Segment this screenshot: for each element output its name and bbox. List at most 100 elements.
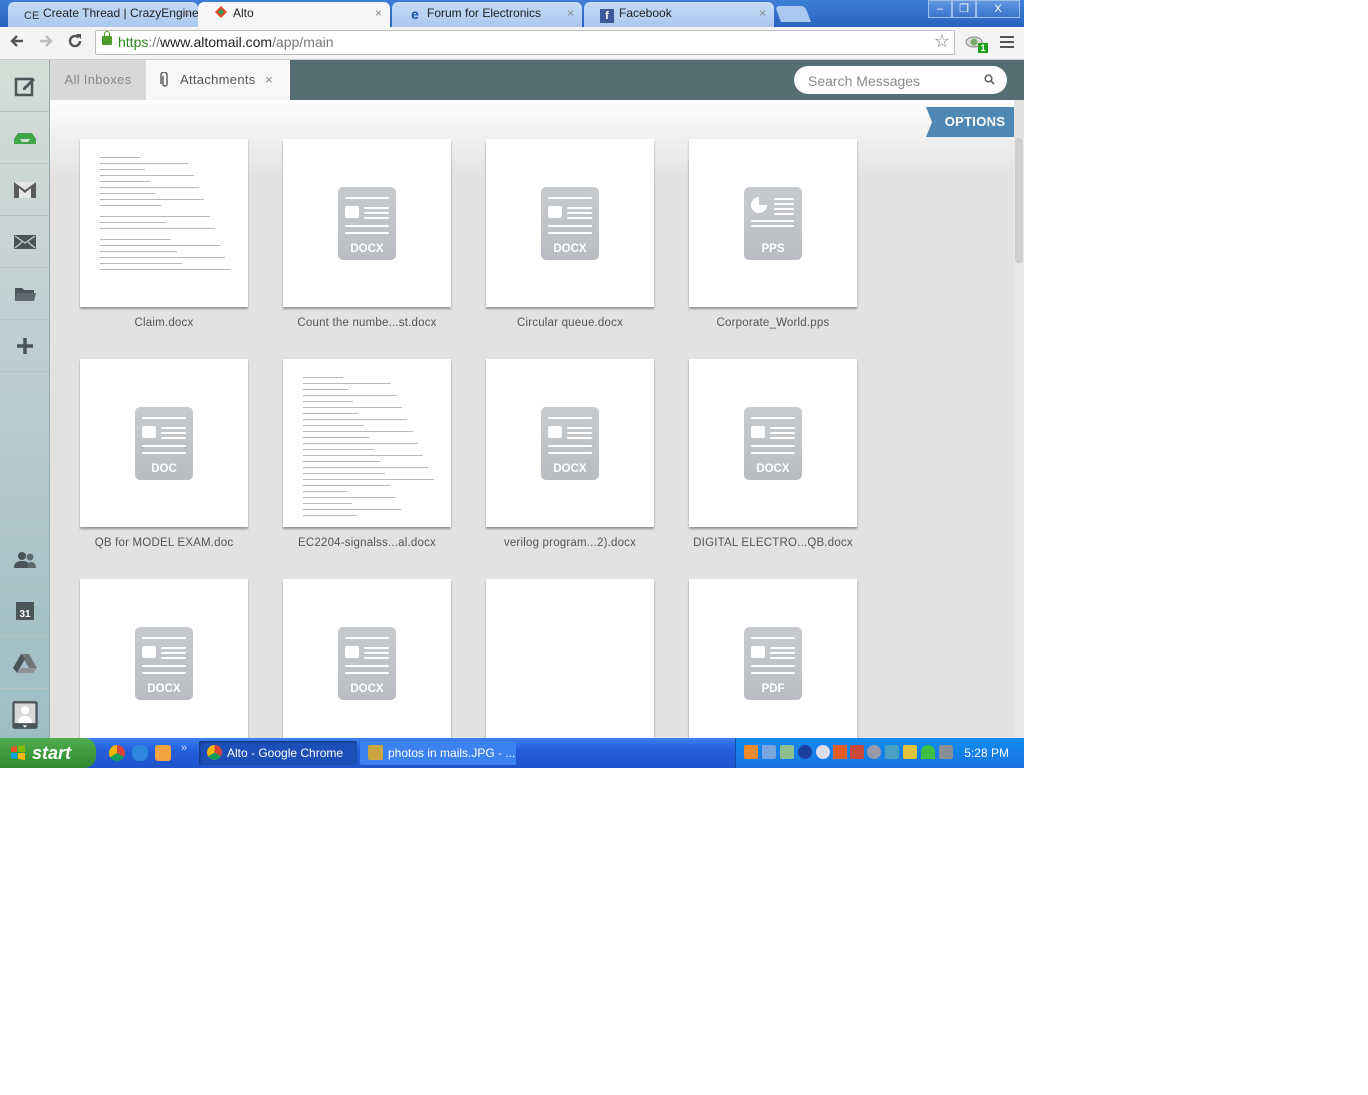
- sidebar-item-mail[interactable]: [0, 216, 49, 268]
- attachment-card[interactable]: Claim.docx: [80, 139, 248, 329]
- tray-bluetooth-icon[interactable]: [798, 745, 812, 759]
- attachment-filename[interactable]: DIGITAL ELECTRO...QB.docx: [679, 537, 867, 549]
- attachment-card[interactable]: [486, 579, 654, 738]
- close-tab-icon[interactable]: ×: [183, 2, 190, 25]
- sidebar-item-inbox[interactable]: [0, 112, 49, 164]
- browser-tab-forum[interactable]: e Forum for Electronics ×: [392, 2, 582, 27]
- tray-network-icon[interactable]: [762, 745, 776, 759]
- browser-tab-alto[interactable]: Alto ×: [198, 2, 390, 27]
- attachment-thumbnail[interactable]: DOCX: [486, 359, 654, 527]
- quicklaunch-overflow-icon[interactable]: »: [181, 742, 187, 754]
- restore-button[interactable]: ❐: [952, 0, 976, 18]
- search-icon[interactable]: [984, 74, 995, 85]
- chrome-menu-icon[interactable]: [1000, 36, 1014, 48]
- tray-volume-icon[interactable]: [850, 745, 864, 759]
- tray-app-icon[interactable]: [744, 745, 758, 759]
- taskbar-item-alto-chrome[interactable]: Alto - Google Chrome: [199, 741, 357, 765]
- browser-tab-crazyengineers[interactable]: CECreate Thread | CrazyEngineers ×: [8, 2, 198, 27]
- attachment-filename[interactable]: Corporate_World.pps: [679, 317, 867, 329]
- forward-button[interactable]: [35, 32, 57, 54]
- ie-favicon-icon: e: [411, 6, 419, 22]
- google-drive-icon: [12, 653, 37, 673]
- tab-all-inboxes[interactable]: All Inboxes: [50, 60, 146, 100]
- compose-icon: [14, 77, 35, 96]
- svg-text:31: 31: [19, 609, 31, 620]
- tray-quicktime-icon[interactable]: [816, 745, 830, 759]
- close-window-button[interactable]: X: [976, 0, 1020, 18]
- new-tab-button[interactable]: [775, 6, 811, 22]
- attachment-card[interactable]: DOCX Count the numbe...st.docx: [283, 139, 451, 329]
- close-tab-icon[interactable]: ×: [759, 2, 766, 25]
- tray-app3-icon[interactable]: [867, 745, 881, 759]
- document-preview: [100, 157, 232, 275]
- scrollbar[interactable]: [1014, 138, 1024, 738]
- scrollbar-thumb[interactable]: [1015, 138, 1023, 263]
- mail-quicklaunch-icon[interactable]: [155, 745, 171, 761]
- attachment-filename[interactable]: QB for MODEL EXAM.doc: [70, 537, 258, 549]
- sidebar-item-add[interactable]: [0, 320, 49, 372]
- ie-quicklaunch-icon[interactable]: [132, 745, 148, 761]
- sidebar-item-calendar[interactable]: 31: [0, 585, 49, 637]
- sidebar-item-contacts[interactable]: [0, 533, 49, 586]
- attachment-thumbnail[interactable]: PDF: [689, 579, 857, 738]
- sidebar-item-drive[interactable]: [0, 637, 49, 689]
- attachment-card[interactable]: PPS Corporate_World.pps: [689, 139, 857, 329]
- attachment-card[interactable]: DOCX DIGITAL ELECTRO...QB.docx: [689, 359, 857, 549]
- attachment-thumbnail[interactable]: [80, 139, 248, 307]
- options-button[interactable]: OPTIONS: [926, 107, 1014, 137]
- search-box[interactable]: [794, 66, 1007, 94]
- attachment-filename[interactable]: verilog program...2).docx: [476, 537, 664, 549]
- back-button[interactable]: [6, 32, 28, 54]
- browser-tab-facebook[interactable]: f Facebook ×: [584, 2, 774, 27]
- file-type-label: DOCX: [147, 683, 181, 695]
- attachment-card[interactable]: PDF: [689, 579, 857, 738]
- close-tab-icon[interactable]: ×: [375, 2, 382, 25]
- sidebar-item-folders[interactable]: [0, 268, 49, 320]
- sidebar-item-account[interactable]: [0, 689, 49, 740]
- close-tab-icon[interactable]: ×: [567, 2, 574, 25]
- minimize-button[interactable]: –: [928, 0, 952, 18]
- file-type-label: PDF: [761, 683, 785, 695]
- sidebar-item-gmail[interactable]: [0, 164, 49, 216]
- tray-display-icon[interactable]: [939, 745, 953, 759]
- attachment-card[interactable]: DOCX: [80, 579, 248, 738]
- search-input[interactable]: [806, 70, 980, 92]
- start-button[interactable]: start: [0, 738, 96, 768]
- tray-network-error-icon[interactable]: [780, 745, 794, 759]
- attachment-thumbnail[interactable]: PPS: [689, 139, 857, 307]
- taskbar-item-photos[interactable]: photos in mails.JPG - ...: [360, 741, 516, 765]
- attachment-filename[interactable]: Circular queue.docx: [476, 317, 664, 329]
- attachment-thumbnail[interactable]: [283, 359, 451, 527]
- sidebar-item-compose[interactable]: [0, 60, 49, 112]
- tray-wifi-icon[interactable]: [921, 745, 935, 759]
- envelope-icon: [13, 234, 36, 249]
- file-type-label: DOC: [151, 463, 177, 475]
- tray-app2-icon[interactable]: [833, 745, 847, 759]
- reload-button[interactable]: [64, 32, 86, 54]
- attachment-thumbnail[interactable]: DOCX: [486, 139, 654, 307]
- tray-app4-icon[interactable]: [885, 745, 899, 759]
- tray-app5-icon[interactable]: [903, 745, 917, 759]
- attachment-filename[interactable]: EC2204-signalss...al.docx: [273, 537, 461, 549]
- attachment-thumbnail[interactable]: DOC: [80, 359, 248, 527]
- attachment-thumbnail[interactable]: DOCX: [80, 579, 248, 738]
- attachment-thumbnail[interactable]: DOCX: [689, 359, 857, 527]
- attachment-filename[interactable]: Count the numbe...st.docx: [273, 317, 461, 329]
- attachment-thumbnail[interactable]: DOCX: [283, 139, 451, 307]
- attachment-thumbnail[interactable]: [486, 579, 654, 738]
- file-type-label: DOCX: [553, 243, 587, 255]
- attachment-thumbnail[interactable]: DOCX: [283, 579, 451, 738]
- close-tab-icon[interactable]: ×: [265, 60, 273, 100]
- bookmark-star-icon[interactable]: ☆: [934, 31, 950, 52]
- chrome-quicklaunch-icon[interactable]: [109, 745, 125, 761]
- attachment-card[interactable]: DOCX Circular queue.docx: [486, 139, 654, 329]
- paperclip-icon: [160, 72, 168, 87]
- back-arrow-icon: [10, 35, 23, 47]
- attachment-card[interactable]: DOCX: [283, 579, 451, 738]
- attachment-card[interactable]: DOCX verilog program...2).docx: [486, 359, 654, 549]
- attachment-filename[interactable]: Claim.docx: [70, 317, 258, 329]
- attachment-card[interactable]: EC2204-signalss...al.docx: [283, 359, 451, 549]
- address-bar[interactable]: https://www.altomail.com/app/main ☆: [95, 30, 955, 55]
- tab-attachments[interactable]: Attachments ×: [146, 60, 290, 100]
- attachment-card[interactable]: DOC QB for MODEL EXAM.doc: [80, 359, 248, 549]
